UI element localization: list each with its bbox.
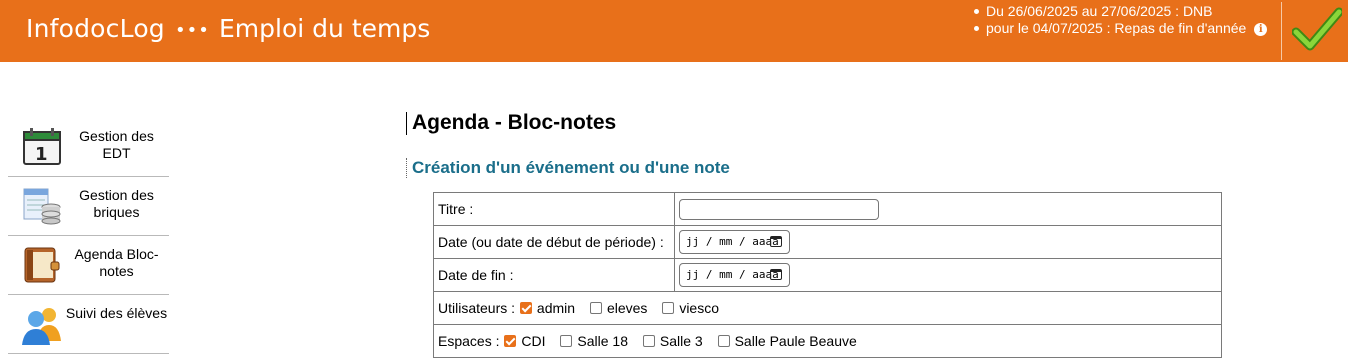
title-input[interactable] [679,198,879,220]
sidebar-item-label: Gestion des EDT [79,128,154,161]
checkbox-checked[interactable] [519,302,532,314]
form-row-spaces: Espaces : CDI Salle 18 Salle 3 Salle Pau… [433,324,1222,358]
space-option-cdi[interactable]: CDI [503,333,546,349]
option-label: Salle Paule Beauve [734,333,857,349]
checkbox[interactable] [662,302,675,314]
sidebar-item-agenda[interactable]: Agenda Bloc-notes [8,236,169,295]
svg-text:1: 1 [35,144,48,165]
spaces-cell: Espaces : CDI Salle 18 Salle 3 Salle Pau… [433,324,1222,358]
space-option-salle-paule-beauve[interactable]: Salle Paule Beauve [717,333,857,349]
title-marker [406,112,407,135]
start-date-cell: jj / mm / aaaa [674,225,1222,259]
option-label: Salle 3 [659,333,703,349]
event-form: Titre : Date (ou date de début de périod… [433,192,1222,358]
space-option-salle-3[interactable]: Salle 3 [642,333,703,349]
option-label: eleves [606,300,648,316]
spaces-label: Espaces : [438,333,500,349]
start-date-label: Date (ou date de début de période) : [433,225,675,259]
page-title: Emploi du temps [219,14,431,43]
bullet-icon [974,9,979,14]
end-date-input[interactable]: jj / mm / aaaa [679,263,790,287]
user-option-admin[interactable]: admin [519,300,575,316]
notice-list: Du 26/06/2025 au 27/06/2025 : DNB pour l… [972,3,1268,37]
calendar-picker-icon[interactable] [770,269,782,280]
bullet-icon [974,26,979,31]
sidebar-item-suivi[interactable]: Suivi des élèves [8,295,169,354]
end-date-cell: jj / mm / aaaa [674,258,1222,292]
users-label: Utilisateurs : [438,300,516,316]
user-option-viesco[interactable]: viesco [661,300,719,316]
start-date-placeholder: jj / mm / aaaa [686,235,779,248]
subtitle-marker [406,158,407,178]
form-row-start: Date (ou date de début de période) : jj … [433,225,1222,259]
notice-text: Du 26/06/2025 au 27/06/2025 : DNB [986,3,1213,19]
space-option-salle-18[interactable]: Salle 18 [559,333,628,349]
calendar-icon: 1 [23,128,61,165]
notice-text: pour le 04/07/2025 : Repas de fin d'anné… [986,20,1247,36]
top-bar: InfodocLog ••• Emploi du temps Du 26/06/… [0,0,1348,62]
sidebar: 1 Gestion des EDT Gestion des briques Ag… [8,118,169,354]
app-brand[interactable]: InfodocLog [26,14,165,43]
form-row-title: Titre : [433,192,1222,226]
title-cell [674,192,1222,226]
option-label: admin [536,300,576,316]
sidebar-item-label: Agenda Bloc-notes [74,246,159,279]
option-label: Salle 18 [577,333,628,349]
calendar-picker-icon[interactable] [770,236,782,247]
end-date-placeholder: jj / mm / aaaa [686,268,779,281]
user-option-eleves[interactable]: eleves [589,300,647,316]
header-divider [1281,2,1282,60]
menu-dots-icon[interactable]: ••• [175,20,210,41]
sidebar-item-briques[interactable]: Gestion des briques [8,177,169,236]
form-row-end: Date de fin : jj / mm / aaaa [433,258,1222,292]
option-label: CDI [521,333,546,349]
sidebar-item-label: Suivi des élèves [65,305,168,321]
end-date-label: Date de fin : [433,258,675,292]
start-date-input[interactable]: jj / mm / aaaa [679,230,790,254]
database-icon [23,188,61,225]
notebook-icon [24,247,60,283]
section-title: Agenda - Bloc-notes [412,111,617,134]
title-label: Titre : [433,192,675,226]
checkmark-icon[interactable] [1292,6,1342,52]
sidebar-item-label: Gestion des briques [79,187,154,220]
option-label: viesco [679,300,719,316]
notice-item[interactable]: pour le 04/07/2025 : Repas de fin d'anné… [972,20,1268,37]
notice-item[interactable]: Du 26/06/2025 au 27/06/2025 : DNB [972,3,1267,20]
sidebar-item-edt[interactable]: 1 Gestion des EDT [8,118,169,177]
checkbox[interactable] [589,302,602,314]
section-subtitle: Création d'un événement ou d'une note [412,158,730,177]
info-icon[interactable]: i [1254,23,1268,36]
form-row-users: Utilisateurs : admin eleves viesco [433,291,1222,325]
users-cell: Utilisateurs : admin eleves viesco [433,291,1222,325]
users-icon [22,308,61,345]
